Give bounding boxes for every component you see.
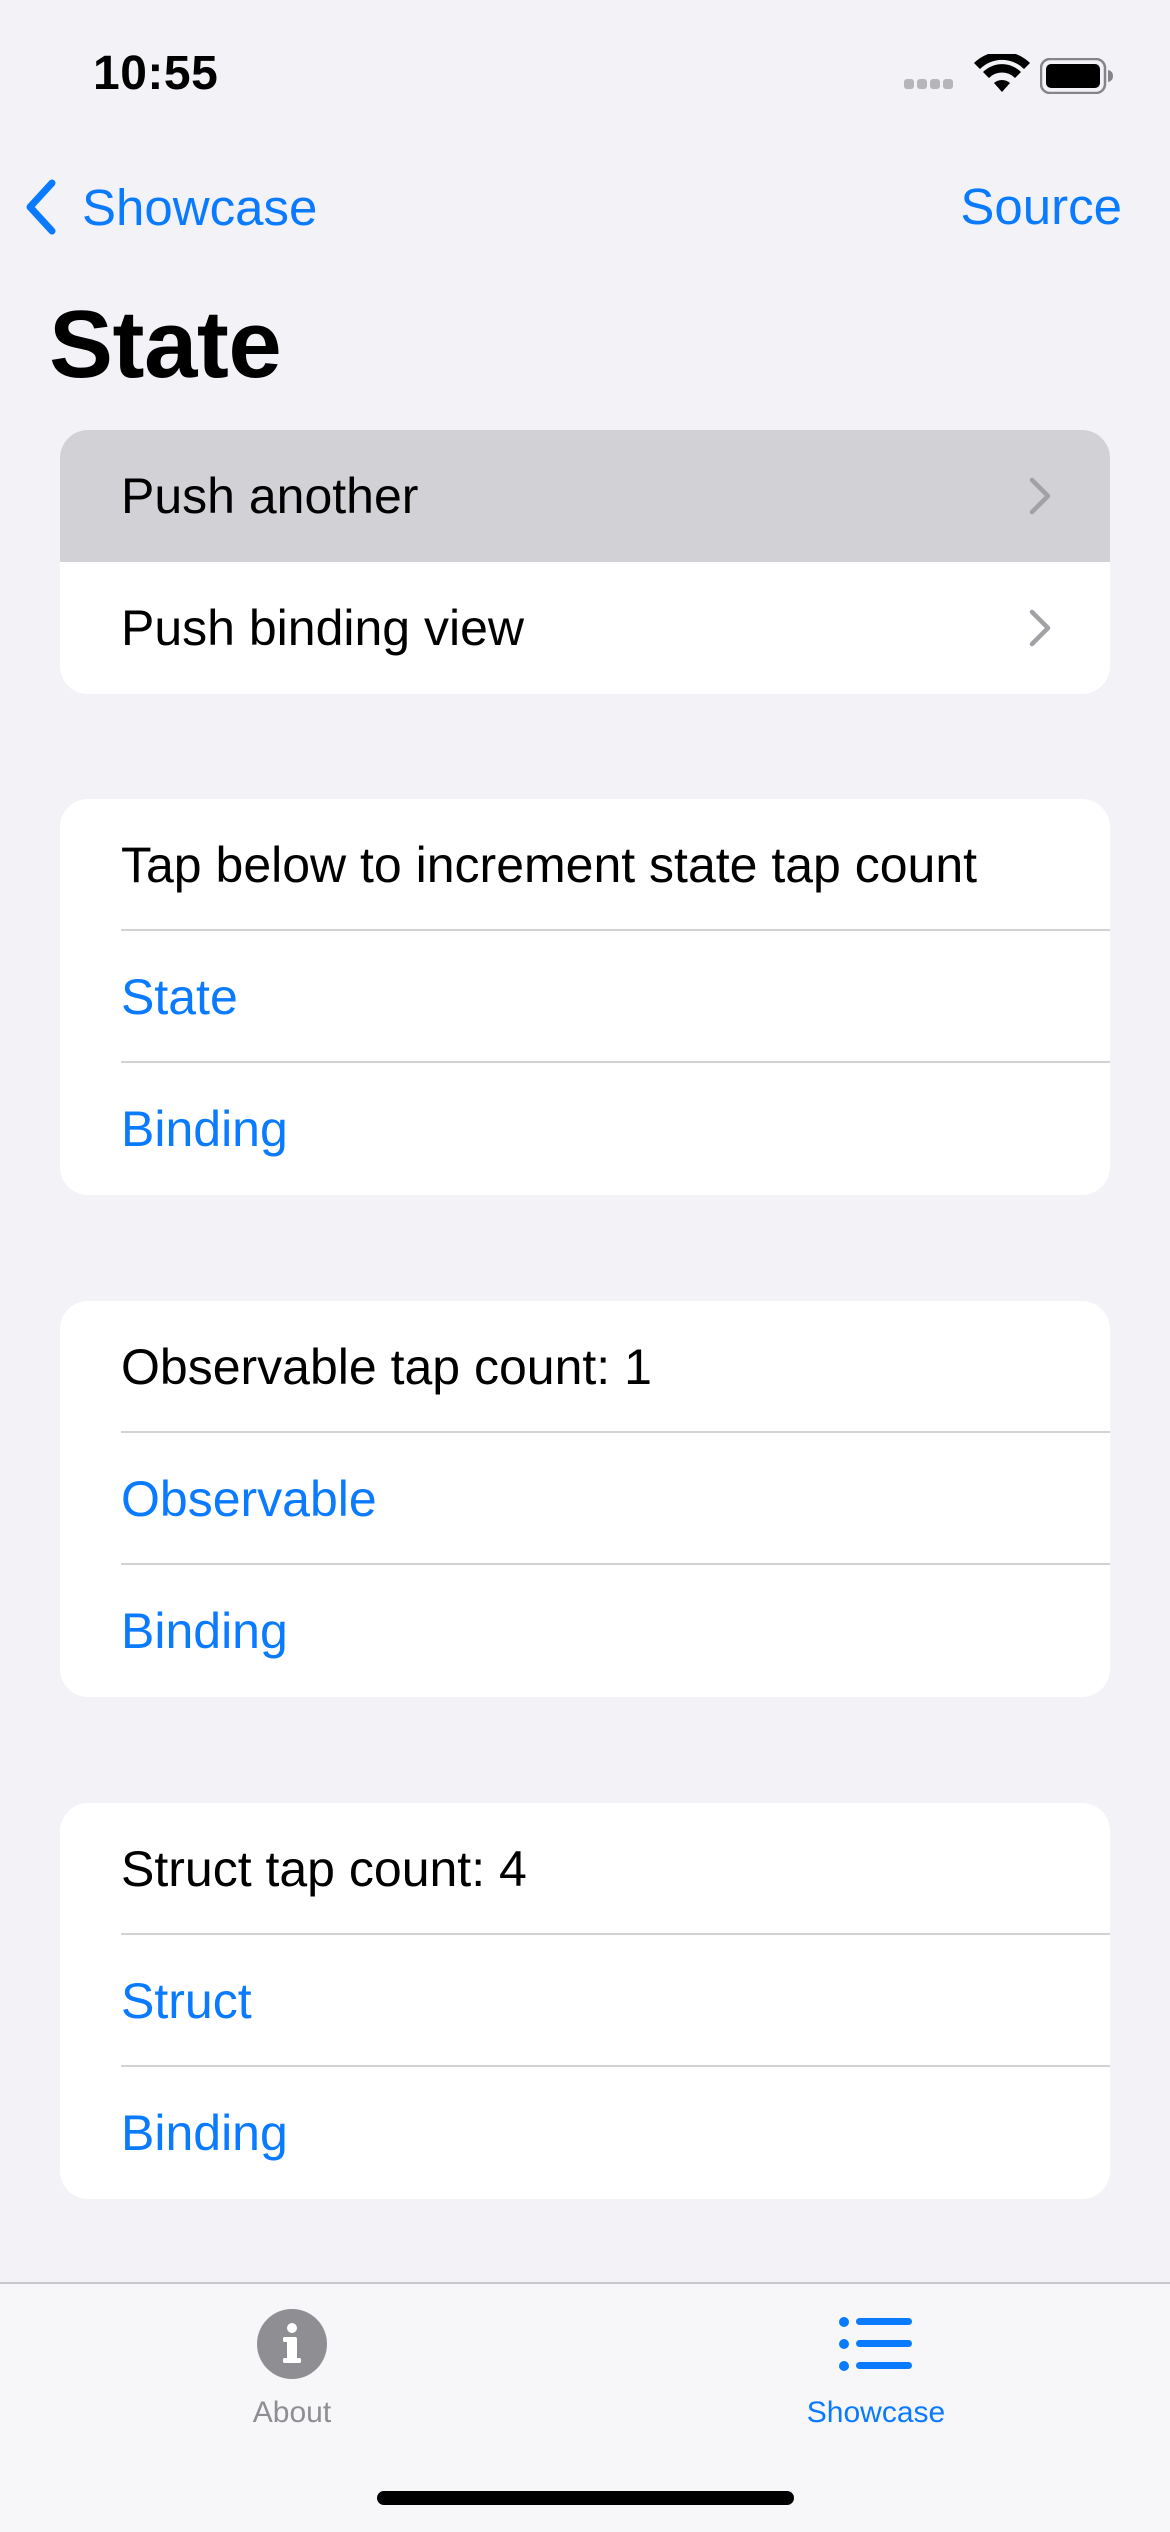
tab-showcase[interactable]: Showcase	[726, 2304, 1026, 2464]
row-label: Push another	[121, 468, 419, 524]
source-button[interactable]: Source	[960, 172, 1122, 242]
home-indicator[interactable]	[377, 2491, 794, 2505]
chevron-right-icon	[1029, 477, 1051, 515]
info-icon	[252, 2304, 332, 2384]
struct-tap-count-text: Struct tap count: 4	[60, 1803, 1110, 1935]
state-tap-count-text: Tap below to increment state tap count	[60, 799, 1110, 931]
observable-binding-button[interactable]: Binding	[60, 1565, 1110, 1697]
tab-about[interactable]: About	[142, 2304, 442, 2464]
observable-tap-count-text: Observable tap count: 1	[60, 1301, 1110, 1433]
state-binding-button[interactable]: Binding	[60, 1063, 1110, 1195]
row-label: Binding	[121, 2105, 288, 2161]
wifi-icon	[974, 54, 1030, 92]
status-time: 10:55	[93, 47, 219, 100]
status-bar: 10:55	[0, 0, 1170, 150]
tab-showcase-label: Showcase	[806, 2396, 946, 2429]
back-button[interactable]: Showcase	[22, 172, 317, 242]
push-binding-view-row[interactable]: Push binding view	[60, 562, 1110, 694]
struct-button[interactable]: Struct	[60, 1935, 1110, 2067]
list-icon	[836, 2304, 916, 2384]
battery-icon	[1040, 58, 1113, 94]
chevron-left-icon	[26, 179, 56, 235]
observable-button[interactable]: Observable	[60, 1433, 1110, 1565]
row-label: Observable tap count: 1	[121, 1339, 652, 1395]
struct-binding-button[interactable]: Binding	[60, 2067, 1110, 2199]
observable-group: Observable tap count: 1 Observable Bindi…	[60, 1301, 1110, 1697]
navigation-group: Push another Push binding view	[60, 430, 1110, 694]
cellular-signal-icon	[904, 76, 960, 89]
row-label: Struct tap count: 4	[121, 1841, 527, 1897]
row-label: State	[121, 969, 238, 1025]
row-label: Binding	[121, 1101, 288, 1157]
tab-bar: About Showcase	[0, 2282, 1170, 2532]
row-label: Push binding view	[121, 600, 525, 656]
page-title: State	[49, 291, 282, 398]
state-group: Tap below to increment state tap count S…	[60, 799, 1110, 1195]
tab-about-label: About	[252, 2396, 332, 2429]
row-label: Tap below to increment state tap count	[121, 837, 978, 893]
struct-group: Struct tap count: 4 Struct Binding	[60, 1803, 1110, 2199]
chevron-right-icon	[1029, 609, 1051, 647]
row-label: Binding	[121, 1603, 288, 1659]
row-label: Observable	[121, 1471, 377, 1527]
state-button[interactable]: State	[60, 931, 1110, 1063]
row-label: Struct	[121, 1973, 252, 2029]
push-another-row[interactable]: Push another	[60, 430, 1110, 562]
back-button-label: Showcase	[82, 178, 318, 236]
